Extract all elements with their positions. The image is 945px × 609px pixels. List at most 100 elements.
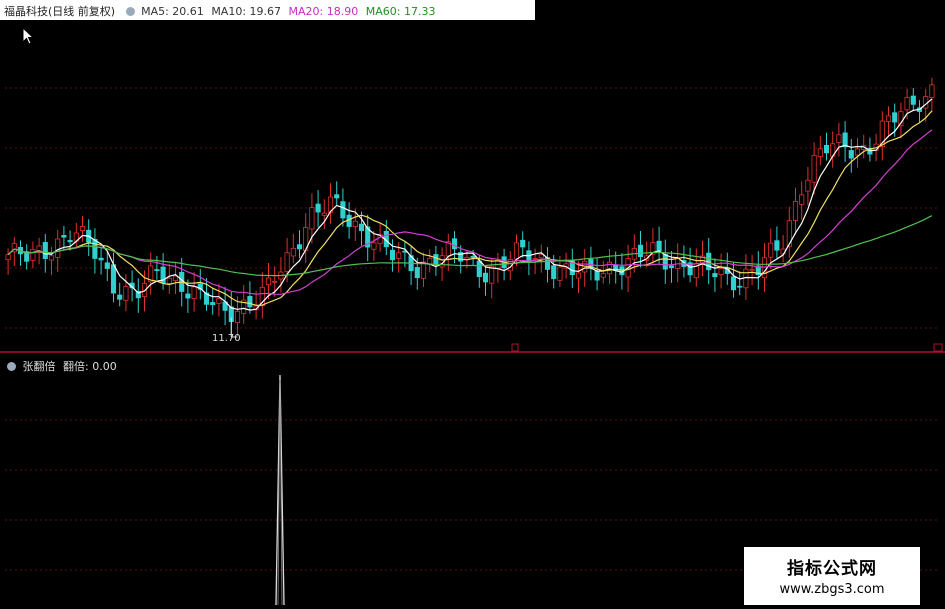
candle-body: [656, 240, 662, 252]
divider-marker: [511, 343, 519, 352]
candle-body: [247, 295, 253, 308]
indicator-settings-icon[interactable]: [7, 362, 16, 371]
low-price-value: 11.70: [212, 333, 241, 344]
candle-body: [396, 252, 402, 259]
candle-body: [104, 262, 110, 269]
chart-frame: [0, 0, 945, 609]
candle-body: [575, 272, 582, 279]
candle-body: [420, 261, 427, 279]
candle-body: [532, 257, 538, 260]
candle-body: [110, 264, 117, 294]
candle-body: [315, 203, 321, 213]
indicator-spike-inner: [277, 379, 283, 606]
candle-body: [513, 242, 520, 260]
candle-body: [216, 298, 222, 304]
candle-body: [67, 239, 73, 243]
candle-body: [185, 293, 191, 299]
indicator-header: 张翻倍 翻倍: 0.00: [4, 358, 121, 374]
candle-body: [594, 270, 600, 281]
candle-body: [854, 148, 861, 156]
mouse-cursor-icon: [22, 26, 35, 49]
candle-body: [557, 266, 563, 281]
stock-title: 福晶科技(日线 前复权): [4, 5, 116, 18]
candle-body: [352, 220, 358, 227]
candle-body: [321, 212, 327, 216]
settings-icon[interactable]: [125, 7, 135, 16]
candle-body: [166, 277, 172, 284]
candle-body: [848, 150, 854, 159]
candle-body: [48, 255, 55, 261]
candle-body: [817, 148, 823, 157]
ma60-label: MA60: 17.33: [365, 5, 436, 18]
candle-body: [712, 273, 718, 278]
candle-body: [805, 179, 811, 192]
candle-body: [358, 223, 365, 232]
candle-body: [123, 286, 129, 301]
candle-body: [98, 257, 104, 261]
candle-body: [284, 252, 290, 272]
candle-body: [414, 267, 420, 279]
candle-body: [668, 265, 675, 269]
candle-body: [154, 269, 160, 272]
candle-body: [5, 254, 11, 261]
candle-body: [551, 265, 557, 279]
candle-body: [799, 194, 805, 205]
candle-body: [600, 273, 606, 278]
candle-body: [272, 280, 278, 283]
candle-body: [389, 249, 396, 261]
low-price-marker: 11.70: [212, 333, 241, 344]
candle-body: [309, 207, 315, 230]
candle-body: [482, 272, 489, 283]
candle-body: [92, 239, 98, 259]
candle-body: [451, 238, 458, 250]
ma60-line: [7, 215, 933, 277]
site-watermark: 指标公式网 www.zbgs3.com: [744, 547, 920, 605]
candle-body: [637, 244, 644, 258]
indicator-name: 张翻倍: [22, 360, 56, 373]
candle-body: [811, 155, 817, 183]
candle-body: [730, 276, 737, 291]
candle-body: [433, 254, 439, 265]
candle-body: [737, 285, 743, 288]
candle-body: [885, 115, 892, 122]
candle-body: [42, 242, 48, 259]
candle-body: [476, 260, 482, 278]
candle-body: [296, 244, 303, 250]
divider-marker-right: [933, 343, 943, 352]
candle-body: [929, 84, 935, 98]
chart-canvas: [0, 77, 945, 606]
candle-body: [761, 257, 768, 279]
candle-body: [265, 277, 272, 286]
candle-body: [538, 254, 544, 259]
candle-body: [470, 255, 476, 258]
candle-body: [588, 258, 594, 268]
ma10-label: MA10: 19.67: [211, 5, 282, 18]
candle-body: [910, 95, 916, 105]
candle-body: [55, 238, 61, 258]
candle-body: [489, 265, 495, 284]
candle-body: [768, 242, 774, 258]
ma5-label: MA5: 20.61: [141, 5, 204, 18]
candle-body: [172, 275, 179, 282]
candle-body: [520, 239, 526, 248]
candle-body: [117, 294, 123, 300]
candle-body: [718, 268, 724, 275]
candle-body: [892, 112, 898, 123]
candle-body: [234, 310, 241, 324]
candle-body: [334, 194, 340, 199]
candle-body: [191, 286, 197, 299]
watermark-title: 指标公式网: [787, 559, 877, 579]
candle-body: [79, 226, 86, 232]
ma20-label: MA20: 18.90: [288, 5, 359, 18]
candle-body: [904, 96, 910, 111]
indicator-value: 翻倍: 0.00: [63, 360, 117, 373]
candle-body: [792, 200, 799, 221]
candle-body: [30, 248, 36, 261]
candle-body: [210, 302, 216, 306]
candle-body: [371, 242, 377, 250]
candle-body: [823, 144, 830, 154]
candle-body: [290, 247, 296, 257]
candle-body: [340, 201, 346, 219]
candle-body: [61, 235, 67, 238]
candle-body: [749, 269, 755, 272]
